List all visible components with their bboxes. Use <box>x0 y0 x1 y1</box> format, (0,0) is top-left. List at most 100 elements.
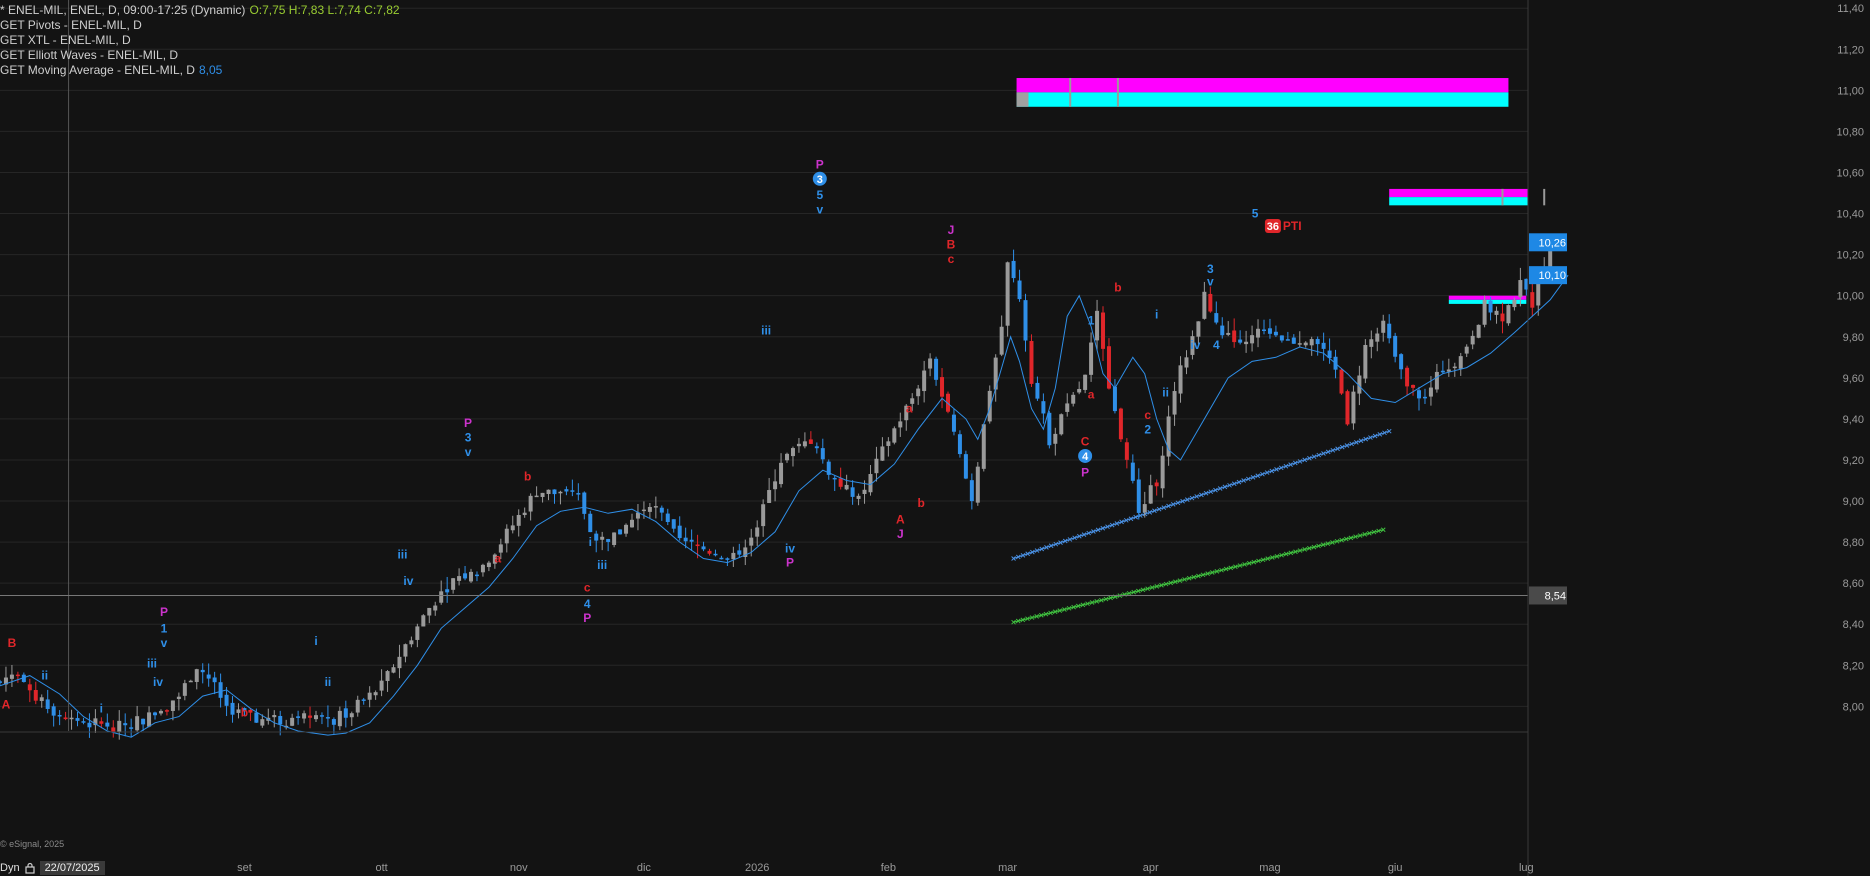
candle-body <box>725 558 730 560</box>
indicator-moving-average[interactable]: GET Moving Average - ENEL-MIL, D 8,05 <box>0 62 222 78</box>
candle-body <box>129 727 134 729</box>
candle-body <box>916 388 921 397</box>
candle-body <box>1339 369 1344 394</box>
candle-body <box>1464 346 1469 354</box>
indicator-label: GET Elliott Waves - ENEL-MIL, D <box>0 48 179 62</box>
wave-label: i <box>100 702 103 716</box>
candle-body <box>880 446 885 461</box>
candle-body <box>898 421 903 428</box>
price-tick-label: 8,20 <box>1843 660 1864 672</box>
zone-mark <box>1501 188 1504 206</box>
time-tick-label: apr <box>1143 862 1159 874</box>
candle-body <box>558 491 563 494</box>
candle-body <box>659 507 664 513</box>
candle-body <box>331 719 336 725</box>
wave-label: iv <box>403 574 413 588</box>
candle-body <box>182 683 187 696</box>
price-chart[interactable]: BAiiiP1viiiivbiiiiiiivP3vbaiiiic4PiiiivP… <box>0 0 1870 876</box>
candle-body <box>1422 396 1427 399</box>
candle-body <box>1476 324 1481 338</box>
candle-body <box>1172 391 1177 415</box>
candle-body <box>731 552 736 560</box>
candle-body <box>188 680 193 683</box>
wave-label: P <box>786 556 794 570</box>
time-tick-label: nov <box>510 862 528 874</box>
wave-label: c <box>584 580 591 594</box>
wave-label: 5 <box>1252 207 1259 221</box>
candle-body <box>1375 333 1380 342</box>
candle-body <box>278 715 283 725</box>
price-axis[interactable]: 11,40 11,20 11,00 10,80 10,60 10,40 10,20 10,00… <box>1527 0 1864 876</box>
copyright: © eSignal, 2025 <box>0 839 65 849</box>
candle-body <box>1130 462 1135 481</box>
wave-label: a <box>1088 387 1095 401</box>
wave-label: i <box>1155 307 1158 321</box>
zone-cyan <box>1016 92 1509 107</box>
candle-body <box>975 466 980 503</box>
wave-label: v <box>161 636 168 650</box>
candle-body <box>1184 357 1189 368</box>
candle-body <box>850 487 855 497</box>
candle-body <box>272 715 277 718</box>
candle-body <box>409 640 414 645</box>
candle-body <box>319 715 324 717</box>
candle-body <box>445 589 450 593</box>
time-axis[interactable]: agosetottnovdic2026febmaraprmaggiulug <box>0 731 1534 874</box>
candle-body <box>1041 401 1046 414</box>
candle-body <box>1220 325 1225 336</box>
candle-body <box>1440 370 1445 373</box>
candle-body <box>1101 312 1106 349</box>
candle-body <box>87 722 92 728</box>
lock-icon[interactable] <box>24 862 36 874</box>
wave-label: c <box>1144 408 1151 422</box>
indicator-pivots[interactable]: GET Pivots - ENEL-MIL, D <box>0 17 142 33</box>
time-tick-label: ott <box>375 862 387 874</box>
candle-body <box>403 644 408 657</box>
trend-lines <box>1011 428 1392 625</box>
candle-body <box>337 710 342 727</box>
candle-body <box>1261 329 1266 331</box>
price-tick-label: 10,00 <box>1836 291 1864 303</box>
candle-body <box>421 615 426 627</box>
candle-body <box>302 713 307 719</box>
candle-body <box>814 446 819 449</box>
candle-body <box>808 439 813 444</box>
grid <box>0 7 1528 707</box>
candle-body <box>761 504 766 527</box>
zone-cyan <box>1389 197 1528 206</box>
candle-body <box>1059 414 1064 435</box>
wave-label: iv <box>1190 338 1200 352</box>
candle-body <box>427 607 432 616</box>
candle-body <box>1124 442 1129 460</box>
indicator-elliott-waves[interactable]: GET Elliott Waves - ENEL-MIL, D <box>0 47 178 63</box>
candle-body <box>528 495 533 512</box>
candle-body <box>313 715 318 720</box>
candle-body <box>1530 292 1535 308</box>
candle-body <box>0 681 2 683</box>
indicator-xtl[interactable]: GET XTL - ENEL-MIL, D <box>0 32 131 48</box>
candle-body <box>504 528 509 544</box>
candle-body <box>671 519 676 529</box>
wave-label: iii <box>761 324 771 338</box>
candle-body <box>820 448 825 460</box>
candle-body <box>349 713 354 718</box>
candle-body <box>940 377 945 397</box>
candle-body <box>308 715 313 718</box>
candle-body <box>987 390 992 422</box>
candle-body <box>582 492 587 514</box>
candle-body <box>415 626 420 640</box>
wave-label: P <box>464 416 472 430</box>
candle-body <box>1160 455 1165 489</box>
candle-body <box>1208 293 1213 312</box>
session-mode[interactable]: Dyn 22/07/2025 <box>0 859 105 876</box>
candle-body <box>105 722 110 727</box>
candle-body <box>1065 403 1070 412</box>
candle-body <box>457 576 462 581</box>
candle-body <box>1285 339 1290 341</box>
candle-body <box>355 699 360 713</box>
candle-body <box>713 553 718 556</box>
candle-body <box>433 605 438 611</box>
indicator-label: GET Pivots - ENEL-MIL, D <box>0 18 142 32</box>
price-badge-label: 10,26 <box>1538 237 1566 249</box>
candle-body <box>540 492 545 497</box>
